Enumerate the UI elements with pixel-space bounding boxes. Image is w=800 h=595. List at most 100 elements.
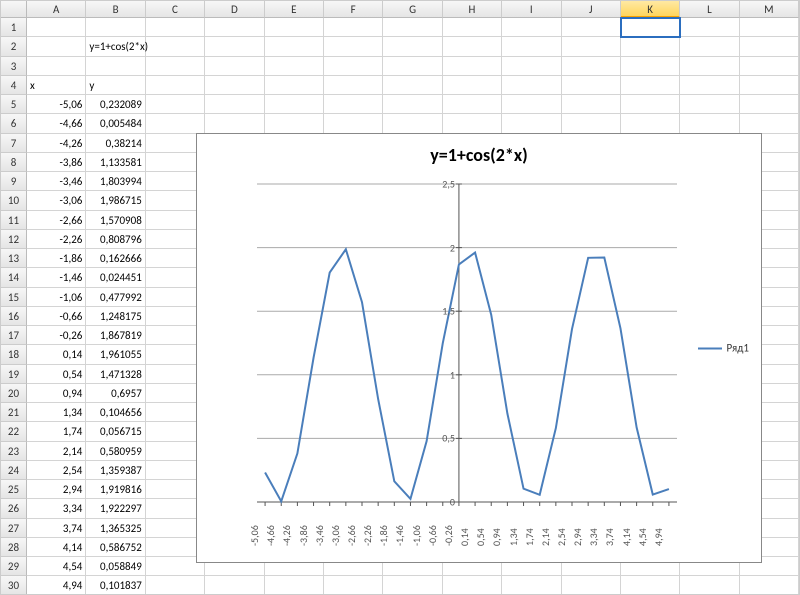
cell-B19[interactable]: 1,471328 (86, 365, 145, 384)
row-header-11[interactable]: 11 (1, 211, 27, 230)
cell-L5[interactable] (680, 95, 739, 114)
cell-A7[interactable]: -4,26 (27, 134, 86, 153)
row-header-9[interactable]: 9 (1, 172, 27, 191)
cell-M1[interactable] (740, 18, 799, 37)
cell-C6[interactable] (146, 114, 205, 133)
cell-D4[interactable] (205, 76, 264, 95)
cell-B8[interactable]: 1,133581 (86, 153, 145, 172)
cell-I4[interactable] (502, 76, 561, 95)
cell-B29[interactable]: 0,058849 (86, 557, 145, 576)
cell-E1[interactable] (265, 18, 324, 37)
cell-A1[interactable] (27, 18, 86, 37)
column-header-J[interactable]: J (562, 1, 621, 18)
cell-G4[interactable] (383, 76, 442, 95)
row-header-26[interactable]: 26 (1, 499, 27, 518)
row-header-18[interactable]: 18 (1, 345, 27, 364)
cell-A23[interactable]: 2,14 (27, 442, 86, 461)
cell-B28[interactable]: 0,586752 (86, 538, 145, 557)
cell-B26[interactable]: 1,922297 (86, 499, 145, 518)
cell-A8[interactable]: -3,86 (27, 153, 86, 172)
cell-E6[interactable] (265, 114, 324, 133)
cell-B30[interactable]: 0,101837 (86, 576, 145, 595)
cell-D1[interactable] (205, 18, 264, 37)
cell-C5[interactable] (146, 95, 205, 114)
cell-H5[interactable] (443, 95, 502, 114)
cell-A26[interactable]: 3,34 (27, 499, 86, 518)
cell-A20[interactable]: 0,94 (27, 384, 86, 403)
cell-L1[interactable] (680, 18, 739, 37)
cell-C3[interactable] (146, 57, 205, 76)
column-header-F[interactable]: F (324, 1, 383, 18)
row-header-5[interactable]: 5 (1, 95, 27, 114)
row-header-24[interactable]: 24 (1, 461, 27, 480)
cell-B9[interactable]: 1,803994 (86, 172, 145, 191)
cell-F30[interactable] (324, 576, 383, 595)
cell-B15[interactable]: 0,477992 (86, 288, 145, 307)
cell-B27[interactable]: 1,365325 (86, 519, 145, 538)
row-header-15[interactable]: 15 (1, 288, 27, 307)
cell-J1[interactable] (562, 18, 621, 37)
cell-A6[interactable]: -4,66 (27, 114, 86, 133)
row-header-12[interactable]: 12 (1, 230, 27, 249)
row-header-22[interactable]: 22 (1, 422, 27, 441)
cell-A16[interactable]: -0,66 (27, 307, 86, 326)
cell-I5[interactable] (502, 95, 561, 114)
column-header-E[interactable]: E (265, 1, 324, 18)
cell-F6[interactable] (324, 114, 383, 133)
cell-D3[interactable] (205, 57, 264, 76)
row-header-1[interactable]: 1 (1, 18, 27, 37)
cell-A9[interactable]: -3,46 (27, 172, 86, 191)
cell-L6[interactable] (680, 114, 739, 133)
cell-A22[interactable]: 1,74 (27, 422, 86, 441)
row-header-10[interactable]: 10 (1, 191, 27, 210)
row-header-25[interactable]: 25 (1, 480, 27, 499)
cell-M4[interactable] (740, 76, 799, 95)
column-header-G[interactable]: G (383, 1, 442, 18)
row-header-27[interactable]: 27 (1, 519, 27, 538)
column-header-B[interactable]: B (86, 1, 145, 18)
cell-H4[interactable] (443, 76, 502, 95)
cell-A25[interactable]: 2,94 (27, 480, 86, 499)
cell-G3[interactable] (383, 57, 442, 76)
cell-B3[interactable] (86, 57, 145, 76)
cell-C4[interactable] (146, 76, 205, 95)
cell-B2[interactable]: y=1+cos(2*x) (86, 37, 146, 56)
column-header-A[interactable]: A (27, 1, 86, 18)
cell-M3[interactable] (740, 57, 799, 76)
cell-M5[interactable] (740, 95, 799, 114)
cell-L30[interactable] (680, 576, 739, 595)
cell-A27[interactable]: 3,74 (27, 519, 86, 538)
cell-I6[interactable] (502, 114, 561, 133)
cell-A24[interactable]: 2,54 (27, 461, 86, 480)
row-header-7[interactable]: 7 (1, 134, 27, 153)
cell-I2[interactable] (502, 37, 561, 56)
cell-I3[interactable] (502, 57, 561, 76)
cell-J30[interactable] (562, 576, 621, 595)
cell-K4[interactable] (621, 76, 680, 95)
cell-B11[interactable]: 1,570908 (86, 211, 145, 230)
cell-A2[interactable] (27, 37, 86, 56)
cell-A12[interactable]: -2,26 (27, 230, 86, 249)
cell-G6[interactable] (383, 114, 442, 133)
cell-B13[interactable]: 0,162666 (86, 249, 145, 268)
cell-G2[interactable] (383, 37, 442, 56)
cell-B14[interactable]: 0,024451 (86, 268, 145, 287)
row-header-30[interactable]: 30 (1, 576, 27, 595)
cell-D30[interactable] (205, 576, 264, 595)
cell-B10[interactable]: 1,986715 (86, 191, 145, 210)
cell-D2[interactable] (205, 37, 264, 56)
row-header-2[interactable]: 2 (1, 37, 27, 56)
cell-A28[interactable]: 4,14 (27, 538, 86, 557)
cell-D6[interactable] (205, 114, 264, 133)
cell-E4[interactable] (265, 76, 324, 95)
cell-C30[interactable] (146, 576, 205, 595)
cell-K1[interactable] (621, 18, 680, 37)
cell-J4[interactable] (562, 76, 621, 95)
row-header-16[interactable]: 16 (1, 307, 27, 326)
cell-A14[interactable]: -1,46 (27, 268, 86, 287)
cell-H30[interactable] (443, 576, 502, 595)
cell-H6[interactable] (443, 114, 502, 133)
cell-G5[interactable] (383, 95, 442, 114)
cell-B25[interactable]: 1,919816 (86, 480, 145, 499)
row-header-13[interactable]: 13 (1, 249, 27, 268)
